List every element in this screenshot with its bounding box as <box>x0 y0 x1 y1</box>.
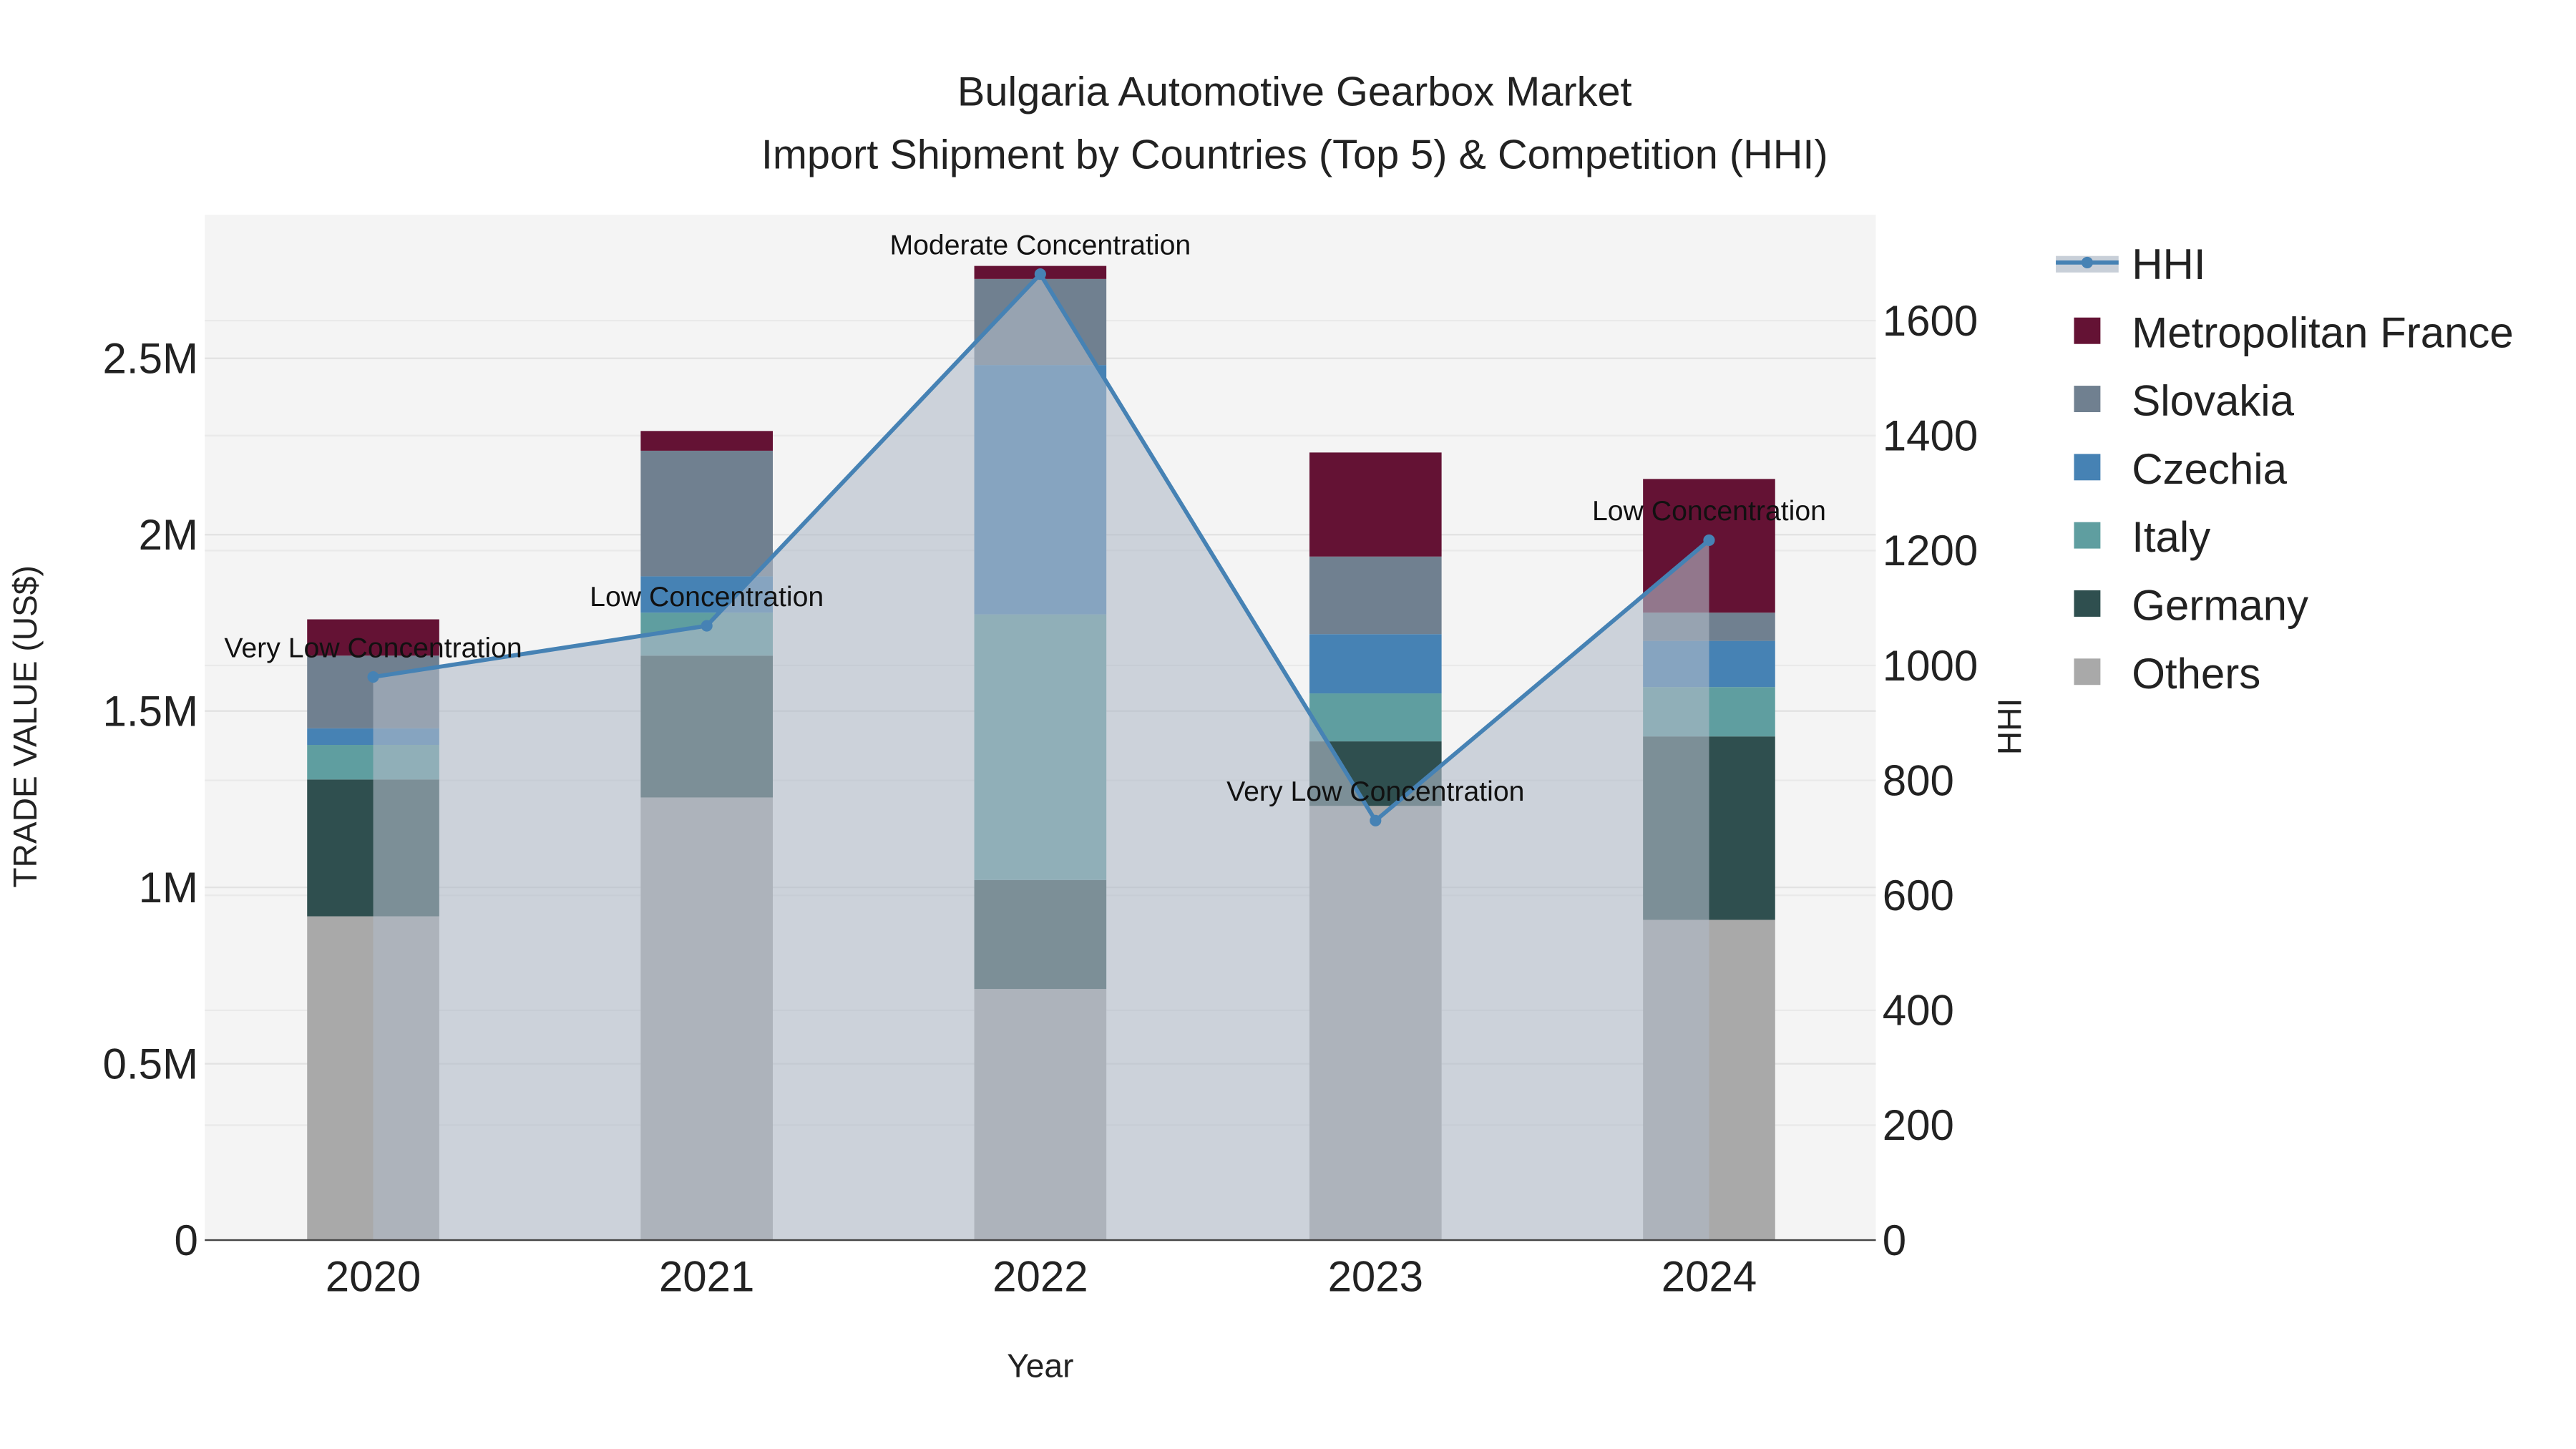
hhi-point <box>1034 268 1046 280</box>
hhi-point <box>1703 534 1715 547</box>
legend-swatch <box>2074 522 2101 549</box>
y2-tick-label: 1000 <box>1883 642 1978 690</box>
chart-subtitle: Import Shipment by Countries (Top 5) & C… <box>761 132 1828 177</box>
y2-tick-label: 400 <box>1883 987 1954 1035</box>
y2-tick-label: 600 <box>1883 872 1954 919</box>
y-axis-title: TRADE VALUE (US$) <box>6 565 44 887</box>
hhi-annotation: Moderate Concentration <box>889 229 1191 260</box>
y-tick-label: 1M <box>139 864 198 912</box>
y2-axis-title: HHI <box>1991 698 2029 755</box>
bar-italy <box>1309 693 1442 742</box>
legend-label: Italy <box>2132 513 2210 561</box>
legend-label: Germany <box>2132 582 2308 630</box>
y2-tick-label: 1600 <box>1883 297 1978 345</box>
hhi-annotation: Low Concentration <box>1592 495 1826 527</box>
legend-label: HHI <box>2132 240 2205 288</box>
x-tick-label: 2020 <box>326 1253 421 1301</box>
hhi-annotation: Low Concentration <box>590 581 824 613</box>
y2-tick-label: 1400 <box>1883 412 1978 460</box>
y2-tick-label: 1200 <box>1883 527 1978 575</box>
hhi-point <box>701 620 713 632</box>
y-tick-label: 0 <box>175 1216 198 1264</box>
bar-metropolitan-france <box>640 431 773 451</box>
hhi-annotation: Very Low Concentration <box>224 632 522 663</box>
x-tick-label: 2022 <box>992 1253 1088 1301</box>
bar-metropolitan-france <box>1309 452 1442 557</box>
hhi-point <box>367 670 379 683</box>
bar-slovakia <box>1309 556 1442 635</box>
legend-swatch <box>2074 658 2101 686</box>
legend-swatch <box>2074 386 2101 412</box>
y-tick-label: 0.5M <box>103 1040 198 1088</box>
y2-tick-label: 800 <box>1883 756 1954 804</box>
x-tick-label: 2021 <box>659 1253 754 1301</box>
legend-label: Others <box>2132 650 2260 698</box>
hhi-point <box>1370 814 1382 826</box>
legend-swatch <box>2074 317 2101 344</box>
hhi-annotation: Very Low Concentration <box>1226 776 1524 807</box>
y-tick-label: 2M <box>139 511 198 559</box>
x-axis-title: Year <box>1007 1347 1073 1385</box>
legend-marker-hhi <box>2081 256 2093 268</box>
chart: Bulgaria Automotive Gearbox Market Impor… <box>6 69 2514 1385</box>
bar-czechia <box>1309 634 1442 694</box>
legend-label: Czechia <box>2132 445 2287 493</box>
legend-label: Metropolitan France <box>2132 308 2514 356</box>
chart-title: Bulgaria Automotive Gearbox Market <box>957 69 1632 115</box>
y-tick-label: 2.5M <box>103 335 198 383</box>
legend-label: Slovakia <box>2132 377 2294 425</box>
y2-tick-label: 0 <box>1883 1216 1906 1264</box>
x-tick-label: 2023 <box>1328 1253 1423 1301</box>
x-tick-label: 2024 <box>1662 1253 1757 1301</box>
bar-slovakia <box>640 450 773 577</box>
legend-swatch <box>2074 590 2101 617</box>
legend-swatch <box>2074 454 2101 481</box>
y-tick-label: 1.5M <box>103 687 198 735</box>
y2-tick-label: 200 <box>1883 1101 1954 1149</box>
legend: HHI Metropolitan France Slovakia Czechia Ita… <box>2056 240 2514 698</box>
